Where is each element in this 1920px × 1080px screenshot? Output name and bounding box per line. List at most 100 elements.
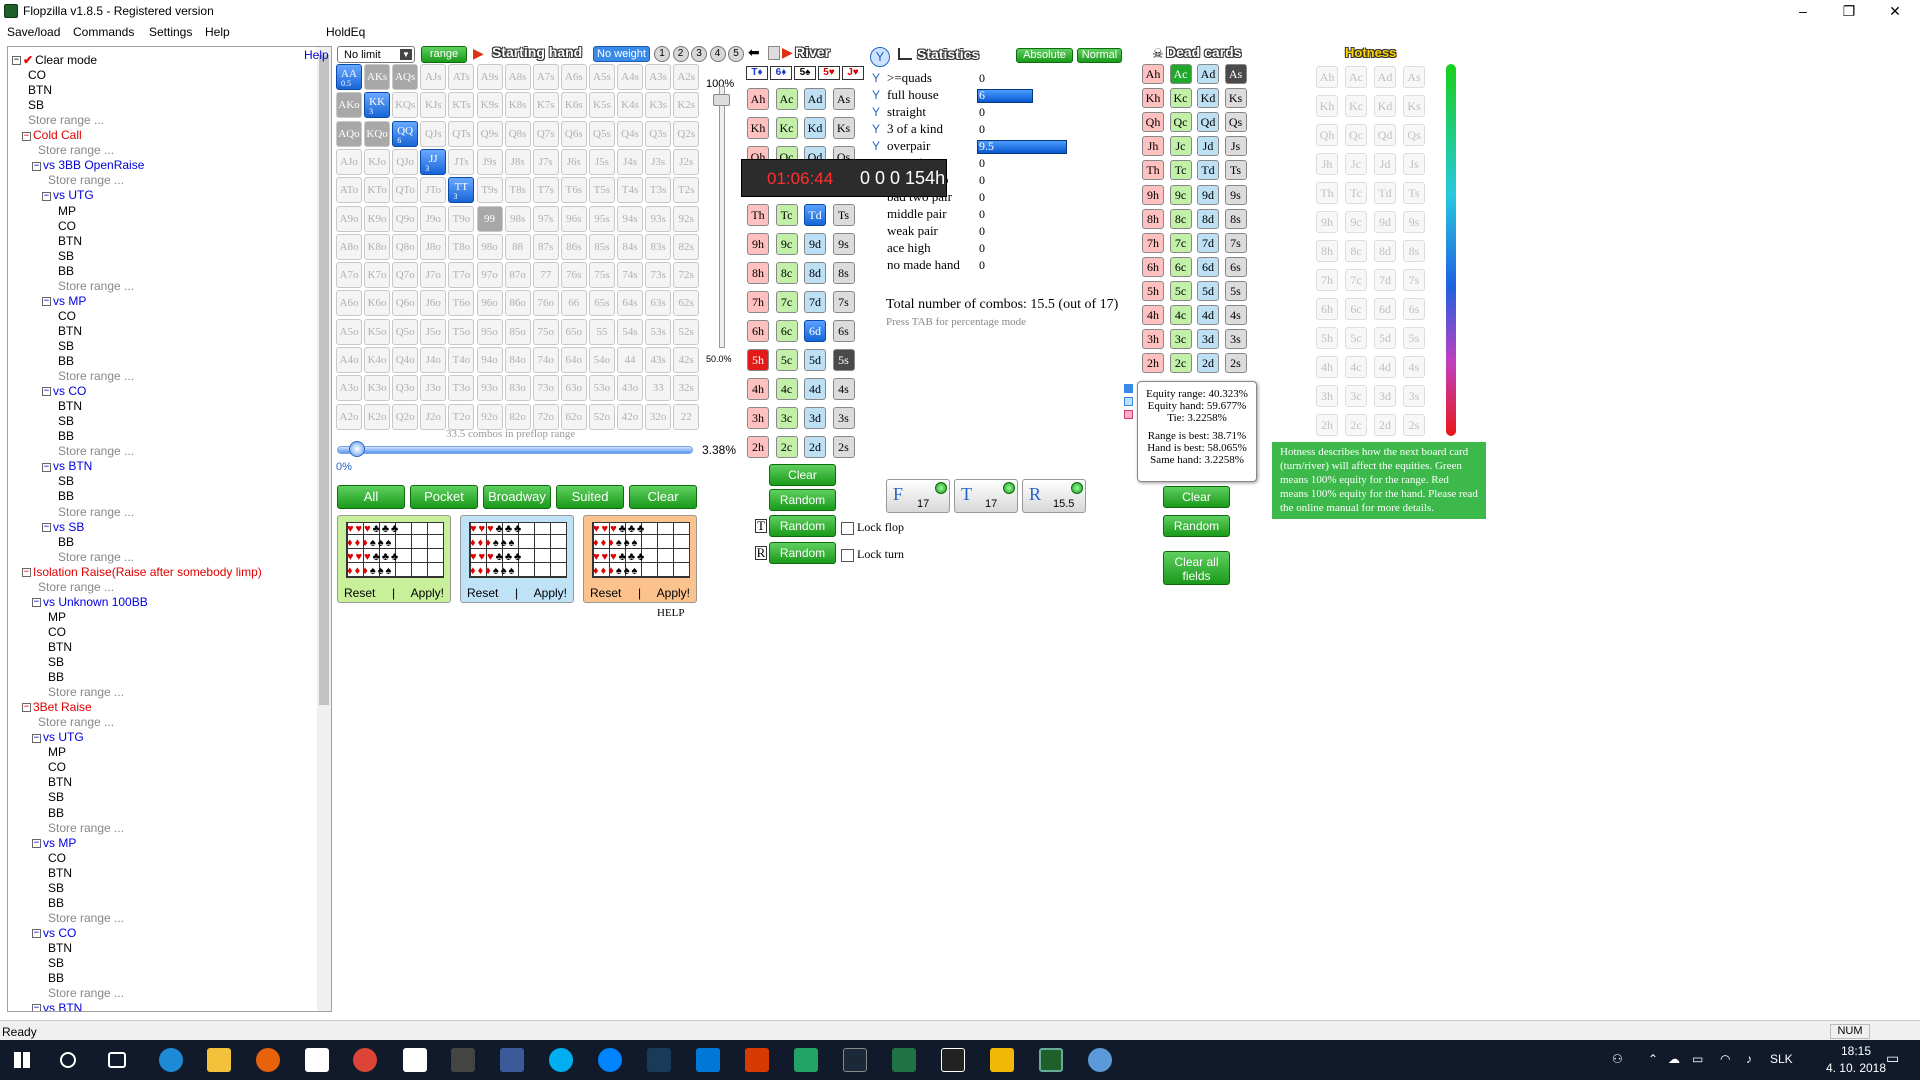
hand-cell[interactable]: Q5s (588, 120, 615, 147)
tree-node[interactable]: BTN (28, 83, 52, 97)
hand-cell[interactable]: 86o (504, 290, 531, 317)
hand-cell[interactable]: K5s (588, 92, 615, 119)
clock-time[interactable]: 18:15 (1828, 1044, 1884, 1058)
dead-card[interactable]: 8c (1169, 208, 1192, 229)
tree-node[interactable]: CO (48, 625, 66, 639)
hand-cell[interactable]: T6o (448, 290, 475, 317)
suit-pattern-panel[interactable]: ♥♥♥♣♣♣ ♦♦♦♠♠♠ ♥♥♥♣♣♣ ♦♦♦♠♠♠ Reset | Apply! (337, 515, 451, 603)
hand-cell[interactable]: 83o (504, 375, 531, 402)
tree-node[interactable]: BB (58, 489, 74, 503)
board-card[interactable]: 6c (775, 320, 798, 342)
board-card[interactable]: 3h (747, 407, 769, 429)
hand-cell[interactable]: 82o (504, 403, 531, 430)
dead-card[interactable]: Kc (1169, 88, 1192, 109)
hand-cell[interactable]: A4s (617, 64, 643, 90)
tree-node[interactable]: BB (58, 535, 74, 549)
hand-cell[interactable]: K9o (364, 205, 391, 232)
hand-cell[interactable]: 54o (588, 347, 615, 373)
tree-node[interactable]: SB (58, 414, 74, 428)
tray-chevron-icon[interactable]: ⌃ (1648, 1052, 1658, 1066)
suit-pattern-panel[interactable]: ♥♥♥♣♣♣ ♦♦♦♠♠♠ ♥♥♥♣♣♣ ♦♦♦♠♠♠ Reset | Apply! (583, 515, 697, 603)
hand-cell[interactable]: A2s (673, 64, 700, 90)
dead-card[interactable]: 7s (1224, 232, 1247, 253)
board-card[interactable]: Td (804, 204, 826, 226)
hand-cell[interactable]: 86s (560, 233, 587, 260)
pattern-reset-button[interactable]: Reset (344, 586, 375, 600)
board-card[interactable]: 7d (804, 291, 826, 313)
task-view-icon[interactable] (108, 1052, 126, 1068)
hand-cell[interactable]: T3o (448, 375, 475, 402)
hand-cell[interactable]: AA 0.5 (336, 64, 362, 90)
hand-cell[interactable]: J4o (420, 347, 447, 373)
search-icon[interactable] (60, 1052, 76, 1068)
tree-toggle-icon[interactable]: − (32, 598, 41, 608)
tree-node[interactable]: BTN (58, 324, 82, 338)
dead-card[interactable]: 3d (1197, 329, 1219, 350)
hand-cell[interactable]: K4s (617, 92, 643, 119)
hand-cell[interactable]: Q7s (532, 120, 559, 147)
stat-filter-button[interactable]: R 15.5 (1022, 479, 1086, 513)
tree-help-link[interactable]: Help (304, 48, 329, 62)
board-card[interactable]: 7s (832, 291, 855, 313)
tree-node[interactable]: − vs MP (42, 294, 86, 308)
steam-icon[interactable] (843, 1048, 867, 1072)
hand-cell[interactable]: Q4o (392, 347, 419, 373)
hand-cell[interactable]: T8s (504, 177, 531, 204)
tree-node[interactable]: BTN (48, 640, 72, 654)
green-app-icon[interactable] (794, 1048, 818, 1072)
stat-filter-icon[interactable]: Y (872, 89, 884, 101)
hand-cell[interactable]: T7o (448, 262, 475, 289)
dead-card[interactable]: 7h (1142, 232, 1164, 253)
pattern-reset-button[interactable]: Reset (590, 586, 621, 600)
hand-cell[interactable]: KTo (364, 177, 391, 204)
skype-icon[interactable] (549, 1048, 573, 1072)
hand-cell[interactable]: T2s (673, 177, 700, 204)
hand-cell[interactable]: 84s (617, 233, 643, 260)
hand-cell[interactable]: 32o (645, 403, 672, 430)
menu-holdeq[interactable]: HoldEq (326, 25, 365, 39)
tree-node[interactable]: SB (48, 881, 64, 895)
hand-cell[interactable]: 92s (673, 205, 700, 232)
hand-cell[interactable]: 99 (476, 205, 503, 232)
tree-toggle-icon[interactable]: − (32, 838, 41, 848)
hand-cell[interactable]: J2o (420, 403, 447, 430)
dead-card[interactable]: As (1224, 64, 1247, 84)
tree-node[interactable]: BB (48, 971, 64, 985)
tree-node[interactable]: − vs 3BB OpenRaise (32, 158, 144, 172)
tree-toggle-icon[interactable]: − (32, 1004, 41, 1011)
hand-cell[interactable]: J3o (420, 375, 447, 402)
hand-cell[interactable]: J5s (588, 148, 615, 175)
dead-card[interactable]: 7c (1169, 232, 1192, 253)
hand-cell[interactable]: KK 3 (364, 92, 391, 119)
hand-cell[interactable]: T6s (560, 177, 587, 204)
random-turn-button[interactable]: Random (769, 515, 836, 537)
tree-node[interactable]: BB (58, 429, 74, 443)
app-icon-light[interactable] (1088, 1048, 1112, 1072)
tree-node[interactable]: BB (48, 670, 64, 684)
dead-card[interactable]: Ts (1224, 160, 1247, 181)
board-card[interactable]: 3c (775, 407, 798, 429)
tree-node[interactable]: CO (58, 309, 76, 323)
dead-card[interactable]: 6h (1142, 256, 1164, 277)
hand-cell[interactable]: K5o (364, 318, 391, 345)
dead-card[interactable]: Ad (1197, 64, 1219, 84)
hand-cell[interactable]: 52o (588, 403, 615, 430)
tree-node[interactable]: Store range ... (48, 685, 124, 699)
hand-cell[interactable]: T5o (448, 318, 475, 345)
hand-cell[interactable]: 94o (476, 347, 503, 373)
tree-toggle-icon[interactable]: − (32, 161, 41, 171)
mail-icon[interactable] (403, 1048, 427, 1072)
dead-card[interactable]: 8s (1224, 208, 1247, 229)
weight-button-1[interactable]: 1 (654, 46, 670, 62)
hand-cell[interactable]: 92o (476, 403, 503, 430)
dead-card[interactable]: Qs (1224, 112, 1247, 133)
stat-filter-button[interactable]: T 17 (954, 479, 1018, 513)
dead-card[interactable]: Kh (1142, 88, 1164, 109)
range-percent-knob[interactable] (349, 441, 366, 457)
hand-cell[interactable]: K7s (532, 92, 559, 119)
hand-cell[interactable]: AJs (420, 64, 447, 90)
no-weight-button[interactable]: No weight (593, 46, 650, 62)
weight-button-4[interactable]: 4 (709, 46, 726, 62)
dead-card[interactable]: 2h (1142, 353, 1164, 374)
hand-cell[interactable]: JTs (448, 148, 475, 175)
